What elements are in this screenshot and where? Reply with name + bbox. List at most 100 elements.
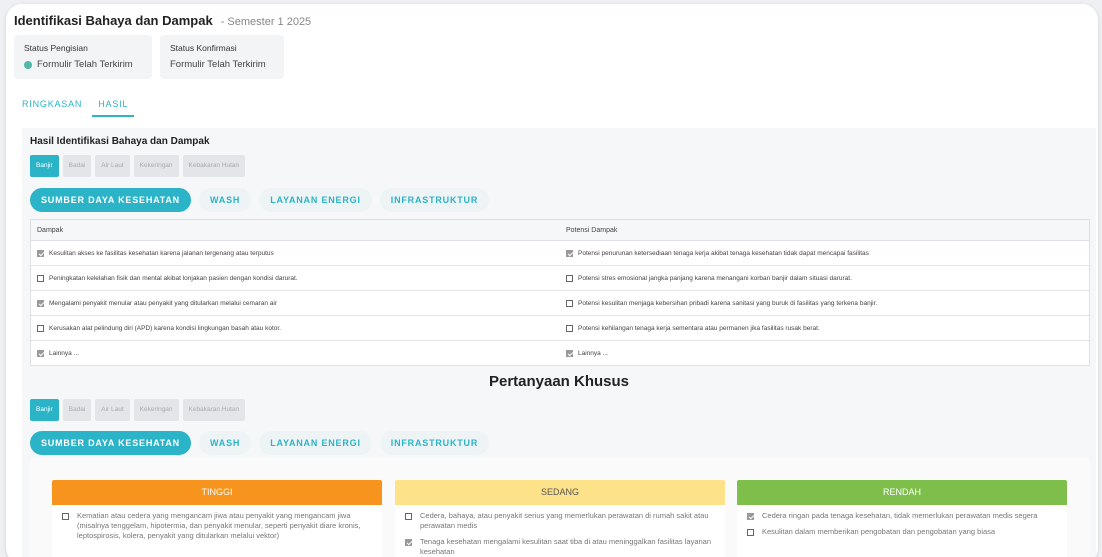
page-subtitle: - Semester 1 2025 [220, 16, 312, 28]
risk-item: Cedera ringan pada tenaga kesehatan, tid… [737, 511, 1067, 521]
risk-items-medium: Cedera, bahaya, atau penyakit serius yan… [395, 511, 725, 557]
question-category-tab-sumber-daya-kesehatan[interactable]: SUMBER DAYA KESEHATAN [30, 431, 191, 455]
impact-checkbox[interactable] [37, 299, 44, 307]
table-body: Kesulitan akses ke fasilitas kesehatan k… [31, 241, 1089, 366]
main-tabs: RINGKASAN HASIL [22, 95, 150, 117]
question-category-tab-infrastruktur[interactable]: INFRASTRUKTUR [379, 431, 490, 455]
question-hazard-tab-air-laut[interactable]: Air Laut [95, 399, 130, 421]
table-row: Mengalami penyakit menular atau penyakit… [31, 291, 1089, 316]
risk-item-text: Kematian atau cedera yang mengancam jiwa… [77, 511, 361, 540]
impact-cell: Mengalami penyakit menular atau penyakit… [31, 299, 560, 307]
page-card: Identifikasi Bahaya dan Dampak - Semeste… [6, 4, 1098, 557]
impact-text: Kerusakan alat pelindung diri (APD) kare… [49, 324, 281, 332]
status-confirm-label: Status Konfirmasi [170, 43, 237, 53]
column-header-dampak: Dampak [37, 227, 64, 234]
risk-items-high: Kematian atau cedera yang mengancam jiwa… [52, 511, 382, 541]
question-category-tab-layanan-energi[interactable]: LAYANAN ENERGI [259, 431, 372, 455]
tab-hasil[interactable]: HASIL [92, 95, 135, 117]
table-row: Kesulitan akses ke fasilitas kesehatan k… [31, 241, 1089, 266]
risk-item: Kematian atau cedera yang mengancam jiwa… [52, 511, 382, 541]
question-hazard-tab-badai[interactable]: Badai [62, 399, 92, 421]
potential-cell: Potensi kehilangan tenaga kerja sementar… [560, 324, 1089, 332]
impact-checkbox[interactable] [37, 350, 44, 357]
question-hazard-tab-banjir[interactable]: Banjir [30, 399, 59, 421]
question-category-tabs: SUMBER DAYA KESEHATAN WASH LAYANAN ENERG… [30, 431, 490, 455]
page-title: Identifikasi Bahaya dan Dampak [14, 13, 213, 28]
risk-column-high: TINGGI Kematian atau cedera yang menganc… [52, 480, 382, 557]
risk-checkbox[interactable] [62, 513, 69, 520]
category-tab-layanan-energi[interactable]: LAYANAN ENERGI [259, 188, 372, 212]
impact-text: Lainnya ... [49, 350, 79, 357]
risk-header-medium: SEDANG [395, 480, 725, 505]
table-row: Kerusakan alat pelindung diri (APD) kare… [31, 316, 1089, 341]
results-section: Hasil Identifikasi Bahaya dan Dampak Ban… [22, 128, 1096, 557]
risk-item-text: Cedera ringan pada tenaga kesehatan, tid… [762, 511, 1038, 520]
impact-text: Kesulitan akses ke fasilitas kesehatan k… [49, 249, 274, 257]
question-hazard-tab-kekeringan[interactable]: Kekeringan [133, 399, 179, 421]
risk-header-low: RENDAH [737, 480, 1067, 505]
potential-checkbox[interactable] [566, 324, 573, 332]
risk-item-text: Kesulitan dalam memberikan pengobatan da… [762, 527, 996, 536]
potential-cell: Potensi kesulitan menjaga kebersihan pri… [560, 299, 1089, 307]
potential-text: Potensi stres emosional jangka panjang k… [578, 274, 852, 282]
hazard-tab-kebakaran-hutan[interactable]: Kebakaran Hutan [182, 155, 246, 177]
question-hazard-tab-kebakaran-hutan[interactable]: Kebakaran Hutan [182, 399, 246, 421]
hazard-tab-kekeringan[interactable]: Kekeringan [133, 155, 179, 177]
impact-checkbox[interactable] [37, 274, 44, 282]
column-header-potensi: Potensi Dampak [566, 227, 618, 234]
question-hazard-tabs: Banjir Badai Air Laut Kekeringan Kebakar… [30, 399, 246, 421]
table-row: Lainnya ... Lainnya ... [31, 341, 1089, 366]
potential-cell: Potensi penurunan ketersediaan tenaga ke… [560, 249, 1089, 257]
status-filling-label: Status Pengisian [24, 43, 88, 53]
risk-item: Tenaga kesehatan mengalami kesulitan saa… [395, 537, 725, 557]
impact-cell: Kesulitan akses ke fasilitas kesehatan k… [31, 249, 560, 257]
hazard-tab-banjir[interactable]: Banjir [30, 155, 59, 177]
page-header: Identifikasi Bahaya dan Dampak - Semeste… [14, 13, 311, 28]
status-filling-value: Formulir Telah Terkirim [24, 59, 142, 70]
potential-checkbox[interactable] [566, 350, 573, 357]
potential-checkbox[interactable] [566, 274, 573, 282]
hazard-tab-badai[interactable]: Badai [62, 155, 92, 177]
risk-column-medium: SEDANG Cedera, bahaya, atau penyakit ser… [395, 480, 725, 557]
hazard-tabs: Banjir Badai Air Laut Kekeringan Kebakar… [30, 155, 246, 177]
risk-checkbox[interactable] [747, 513, 754, 520]
hazard-tab-air-laut[interactable]: Air Laut [95, 155, 130, 177]
impact-cell: Kerusakan alat pelindung diri (APD) kare… [31, 324, 560, 332]
status-filling-text: Formulir Telah Terkirim [37, 59, 133, 70]
potential-cell: Potensi stres emosional jangka panjang k… [560, 274, 1089, 282]
status-confirm-card: Status Konfirmasi Formulir Telah Terkiri… [160, 35, 284, 79]
potential-cell: Lainnya ... [560, 350, 1089, 357]
risk-items-low: Cedera ringan pada tenaga kesehatan, tid… [737, 511, 1067, 537]
potential-text: Potensi penurunan ketersediaan tenaga ke… [578, 249, 869, 257]
potential-text: Potensi kehilangan tenaga kerja sementar… [578, 324, 820, 332]
status-filling-card: Status Pengisian Formulir Telah Terkirim [14, 35, 152, 79]
category-tabs: SUMBER DAYA KESEHATAN WASH LAYANAN ENERG… [30, 188, 490, 212]
risk-column-low: RENDAH Cedera ringan pada tenaga kesehat… [737, 480, 1067, 557]
risk-matrix: TINGGI Kematian atau cedera yang menganc… [30, 458, 1090, 557]
potential-checkbox[interactable] [566, 249, 573, 257]
category-tab-wash[interactable]: WASH [199, 188, 252, 212]
category-tab-sumber-daya-kesehatan[interactable]: SUMBER DAYA KESEHATAN [30, 188, 191, 212]
section-title: Hasil Identifikasi Bahaya dan Dampak [30, 136, 210, 147]
tab-ringkasan[interactable]: RINGKASAN [22, 95, 82, 117]
status-confirm-value: Formulir Telah Terkirim [170, 59, 266, 70]
risk-item: Kesulitan dalam memberikan pengobatan da… [737, 527, 1067, 537]
status-dot-icon [24, 60, 32, 69]
impact-text: Peningkatan kelelahan fisik dan mental a… [49, 274, 298, 282]
impact-checkbox[interactable] [37, 249, 44, 257]
table-header: Dampak Potensi Dampak [31, 220, 1089, 241]
potential-text: Potensi kesulitan menjaga kebersihan pri… [578, 299, 878, 307]
impact-table: Dampak Potensi Dampak Kesulitan akses ke… [30, 219, 1090, 366]
potential-checkbox[interactable] [566, 299, 573, 307]
impact-cell: Lainnya ... [31, 350, 560, 357]
risk-item: Cedera, bahaya, atau penyakit serius yan… [395, 511, 725, 531]
category-tab-infrastruktur[interactable]: INFRASTRUKTUR [379, 188, 490, 212]
question-category-tab-wash[interactable]: WASH [199, 431, 252, 455]
questions-title: Pertanyaan Khusus [488, 373, 630, 390]
risk-checkbox[interactable] [747, 529, 754, 536]
impact-checkbox[interactable] [37, 324, 44, 332]
risk-checkbox[interactable] [405, 539, 412, 546]
risk-item-text: Cedera, bahaya, atau penyakit serius yan… [420, 511, 709, 530]
table-row: Peningkatan kelelahan fisik dan mental a… [31, 266, 1089, 291]
risk-checkbox[interactable] [405, 513, 412, 520]
